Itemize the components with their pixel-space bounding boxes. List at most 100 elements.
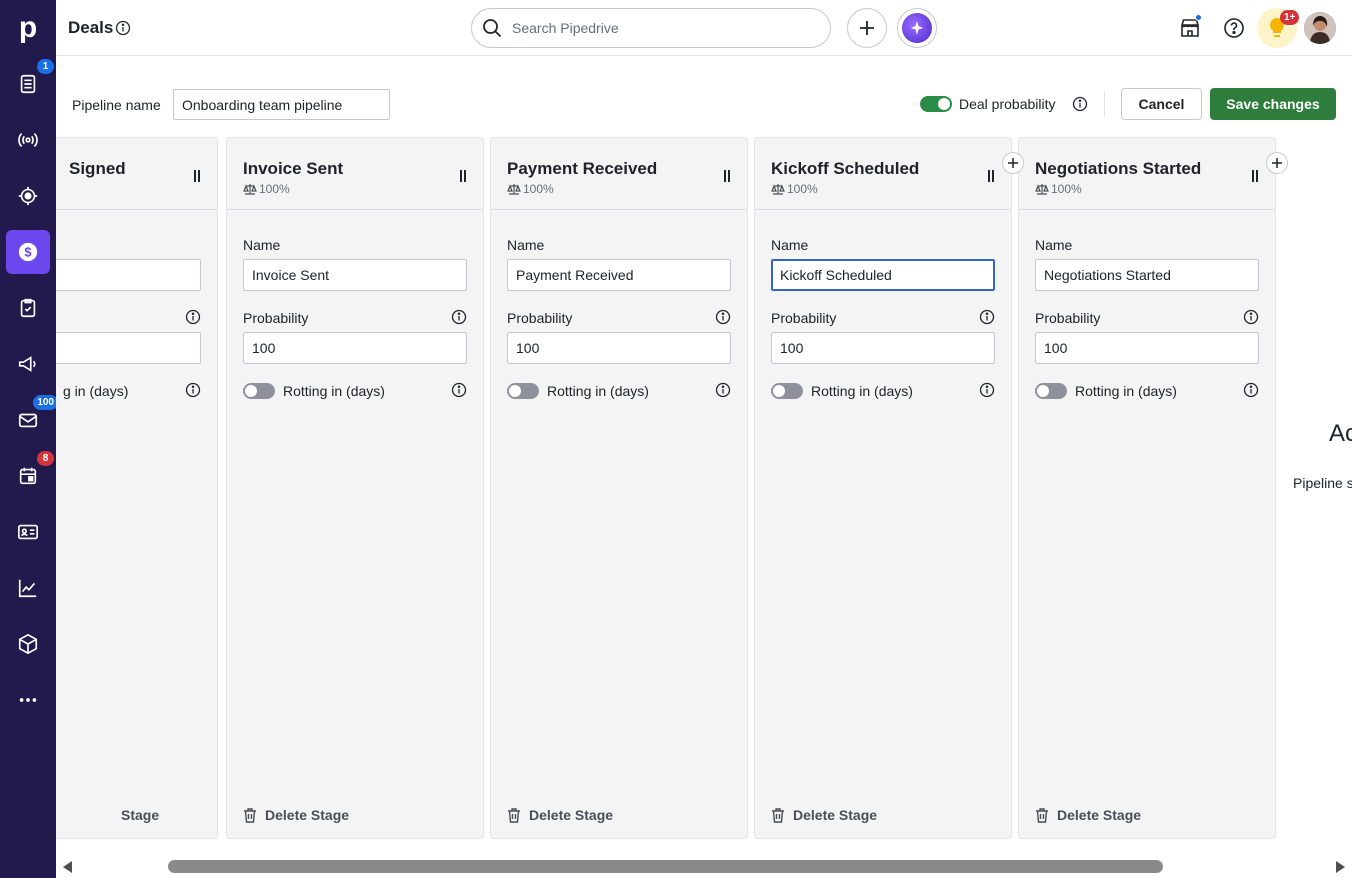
info-icon[interactable] [715, 309, 731, 325]
scale-icon [243, 184, 257, 195]
avatar[interactable] [1304, 12, 1336, 44]
scroll-right-icon[interactable] [1334, 861, 1346, 873]
rotting-label: Rotting in (days) [547, 383, 649, 399]
info-icon[interactable] [1243, 382, 1259, 398]
rotting-toggle[interactable] [1035, 383, 1067, 399]
rotting-label: Rotting in (days) [811, 383, 913, 399]
sidebar-item-insights[interactable] [6, 566, 50, 610]
drag-handle-icon[interactable] [987, 170, 995, 182]
cancel-button[interactable]: Cancel [1121, 88, 1202, 120]
rotting-label: Rotting in (days) [1075, 383, 1177, 399]
delete-stage-button[interactable]: Delete Stage [507, 807, 613, 823]
scroll-left-icon[interactable] [62, 861, 74, 873]
save-changes-button[interactable]: Save changes [1210, 88, 1336, 120]
stage-name-input[interactable] [507, 259, 731, 291]
scrollbar-thumb[interactable] [168, 860, 1163, 873]
info-icon[interactable] [1072, 96, 1088, 112]
page-title: Deals [68, 18, 114, 37]
stage-name-input[interactable] [243, 259, 467, 291]
scale-icon [507, 184, 521, 195]
info-icon[interactable] [1243, 309, 1259, 325]
quick-add-button[interactable] [847, 8, 887, 48]
rotting-label: g in (days) [63, 383, 129, 399]
delete-stage-button[interactable]: Delete Stage [1035, 807, 1141, 823]
drag-handle-icon[interactable] [459, 170, 467, 182]
search-input[interactable] [512, 18, 812, 38]
help-icon [1224, 18, 1244, 38]
trash-icon [772, 807, 784, 823]
stage-probability-input[interactable] [507, 332, 731, 364]
sidebar-item-target[interactable] [6, 174, 50, 218]
stage-title: Payment Received [507, 159, 658, 178]
search-bar[interactable] [471, 8, 831, 48]
rotting-toggle[interactable] [771, 383, 803, 399]
svg-text:$: $ [24, 245, 31, 260]
rotting-toggle[interactable] [243, 383, 275, 399]
sidebar-item-calendar[interactable]: 8 [6, 451, 54, 498]
sidebar-item-more[interactable] [6, 678, 50, 722]
stage-probability-badge: 100% [1051, 182, 1082, 196]
stage-name-input[interactable] [1035, 259, 1259, 291]
info-icon[interactable] [979, 382, 995, 398]
add-stage-panel-heading: Ac [1329, 420, 1352, 447]
pipedrive-logo[interactable]: p [0, 0, 56, 56]
drag-handle-icon[interactable] [723, 170, 731, 182]
sidebar-item-products[interactable] [6, 622, 50, 666]
info-icon[interactable] [451, 309, 467, 325]
sidebar-item-broadcast[interactable] [6, 118, 50, 162]
stage-probability-badge: 100% [787, 182, 818, 196]
ai-assistant-button[interactable] [897, 8, 937, 48]
calendar-badge: 8 [37, 451, 54, 466]
pipeline-name-input[interactable] [173, 89, 390, 120]
sidebar-item-campaigns[interactable] [6, 342, 50, 386]
info-icon[interactable] [715, 382, 731, 398]
stage-name-label: Name [243, 237, 281, 253]
add-stage-button[interactable] [1266, 152, 1288, 174]
stage-probability-input[interactable] [1035, 332, 1259, 364]
add-stage-button[interactable] [1002, 152, 1024, 174]
delete-stage-button[interactable]: Delete Stage [771, 807, 877, 823]
info-icon[interactable] [979, 309, 995, 325]
horizontal-scrollbar[interactable] [56, 856, 1352, 878]
plus-icon [860, 21, 874, 35]
sidebar-item-activities[interactable] [6, 286, 50, 330]
stage-probability-input[interactable] [243, 332, 467, 364]
more-dots-icon [19, 698, 37, 702]
stage-probability-input[interactable] [56, 332, 201, 364]
marketplace-button[interactable] [1176, 14, 1204, 42]
box-icon [18, 633, 38, 655]
stage-probability-input[interactable] [771, 332, 995, 364]
stage-name-input[interactable] [56, 259, 201, 291]
stage-title: Negotiations Started [1035, 159, 1202, 178]
drag-handle-icon[interactable] [1251, 170, 1259, 182]
divider [1104, 92, 1105, 116]
stage-probability-badge: 100% [259, 182, 290, 196]
info-icon[interactable] [185, 309, 201, 325]
delete-stage-label: Delete Stage [529, 807, 614, 823]
info-icon[interactable] [451, 382, 467, 398]
info-icon[interactable] [115, 20, 131, 36]
sidebar-item-contacts[interactable] [6, 510, 50, 554]
plus-icon [1008, 158, 1018, 168]
mail-badge: 100 [33, 395, 58, 410]
contact-card-icon [18, 524, 38, 540]
help-button[interactable] [1220, 14, 1248, 42]
delete-stage-label: Delete Stage [793, 807, 878, 823]
delete-stage-label: Delete Stage [1057, 807, 1142, 823]
stage-column: Payment Received 100% Name Probability R… [490, 137, 748, 839]
sidebar-item-leads[interactable]: 1 [6, 59, 54, 106]
pipeline-board: Signed g in (days) Stage Invoice Sent 10… [56, 137, 1352, 840]
info-icon[interactable] [185, 382, 201, 398]
top-bar: Deals 1+ [56, 0, 1352, 56]
scale-icon [771, 184, 785, 195]
chart-line-icon [18, 579, 37, 598]
delete-stage-button[interactable]: Delete Stage [243, 807, 349, 823]
sidebar: p 1 $ 100 8 [0, 0, 58, 878]
drag-handle-icon[interactable] [193, 170, 201, 182]
sidebar-item-mail[interactable]: 100 [6, 395, 58, 442]
deal-probability-toggle[interactable] [920, 96, 952, 112]
delete-stage-button[interactable]: Stage [121, 807, 159, 823]
sidebar-item-deals[interactable]: $ [6, 230, 50, 274]
stage-name-input[interactable] [771, 259, 995, 291]
rotting-toggle[interactable] [507, 383, 539, 399]
